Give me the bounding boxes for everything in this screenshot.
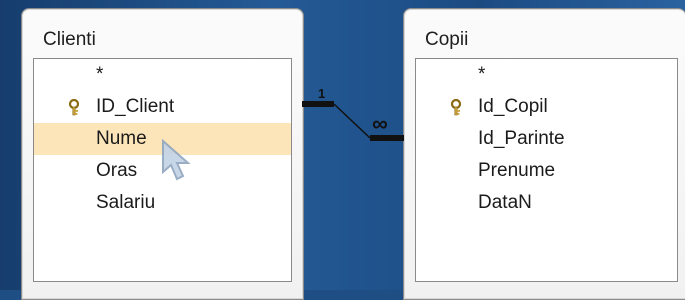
link-diagonal: [333, 103, 371, 139]
pointer-cursor-icon: [162, 138, 191, 181]
link-one-label: 1: [318, 86, 325, 101]
link-many-label: ∞: [372, 111, 388, 136]
relationship-line[interactable]: 1 ∞: [0, 0, 685, 290]
